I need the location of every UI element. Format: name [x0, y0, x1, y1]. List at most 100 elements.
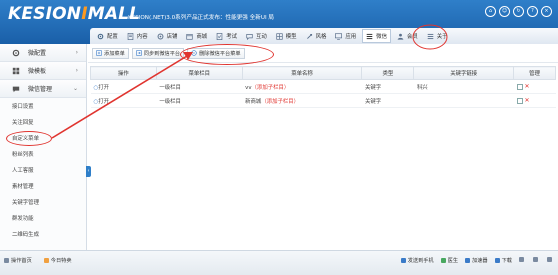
nav-item-wechat[interactable]: 微信	[362, 29, 391, 43]
menu-column-cell: 一级栏目	[156, 79, 243, 94]
sidebar-section-wx-manage[interactable]: 微信管理 ⌄	[0, 80, 86, 98]
gear-icon	[12, 49, 20, 56]
nav-item-member[interactable]: 会员	[394, 29, 421, 43]
table-row: ○打开 一级栏目 新商城（添加子栏目） 关键字 ✕	[90, 93, 556, 108]
header-notice[interactable]: KESION(.NET)3.0系列产品正式发布：性能更强 全新UI 局	[128, 13, 274, 21]
main-content: 添加菜单 同步到微信平台 删除微信平台菜单 操作 菜单栏目 菜单名称 类型 关键…	[88, 43, 558, 250]
gear-icon	[97, 33, 104, 39]
status-daily-sale-link[interactable]: 今日特卖	[43, 257, 72, 264]
chevron-right-icon: ›	[75, 67, 78, 74]
monitor-icon	[335, 32, 343, 40]
table-header-row: 操作 菜单栏目 菜单名称 类型 关键字链接 管理	[90, 66, 556, 80]
document-icon	[127, 32, 134, 40]
toolbar: 添加菜单 同步到微信平台 删除微信平台菜单	[88, 43, 558, 65]
sidebar-item-fans-list[interactable]: 粉丝列表	[0, 146, 86, 162]
edit-icon[interactable]	[516, 83, 523, 90]
sidebar-section-wx-template[interactable]: 微模板 ›	[0, 62, 86, 80]
col-header-type: 类型	[361, 66, 415, 80]
status-home-link[interactable]: 操作首页	[4, 257, 32, 264]
status-accelerator[interactable]: 加速器	[465, 257, 488, 264]
delete-platform-menu-button[interactable]: 删除微信平台菜单	[180, 43, 274, 65]
mall-icon	[186, 33, 194, 40]
sidebar-item-follow-reply[interactable]: 关注回复	[0, 114, 86, 130]
nav-item-model[interactable]: 模型	[273, 29, 300, 43]
edit-icon[interactable]	[516, 97, 523, 104]
sync-icon	[136, 50, 142, 56]
sync-menu-button[interactable]: 同步到微信平台	[131, 47, 185, 59]
nav-item-config[interactable]: 配置	[94, 29, 121, 43]
add-menu-button[interactable]: 添加菜单	[92, 47, 129, 59]
sidebar: 微配置 › 微模板 › 微信管理 ⌄ 接口设置 关注回复 自定义菜单 粉丝列表 …	[0, 44, 87, 250]
keyword-cell: 科兴	[413, 79, 514, 94]
shop-icon	[157, 33, 164, 39]
menu-table: 操作 菜单栏目 菜单名称 类型 关键字链接 管理 ○打开 一级栏目 vv（添加子…	[90, 66, 556, 108]
style-icon	[306, 33, 312, 39]
grid-icon	[276, 32, 283, 40]
col-header-operation: 操作	[90, 66, 157, 80]
open-link[interactable]: ○打开	[90, 79, 157, 94]
delete-x-icon[interactable]: ✕	[525, 97, 530, 104]
keyword-cell	[413, 93, 514, 108]
add-submenu-link[interactable]: （添加子栏目）	[261, 99, 299, 105]
wechat-icon	[12, 86, 20, 92]
exam-icon	[216, 32, 223, 40]
phone-icon	[400, 258, 406, 263]
col-header-menu-column: 菜单栏目	[155, 66, 243, 80]
home-icon[interactable]: ⌂	[485, 6, 496, 17]
status-download[interactable]: 下载	[494, 257, 512, 264]
template-icon	[12, 67, 20, 74]
zoom-icon[interactable]	[547, 257, 552, 262]
sidebar-item-customer-service[interactable]: 人工客服	[0, 162, 86, 178]
window-controls: ⌂ ☺ ↻ ? ×	[485, 6, 552, 17]
type-cell: 关键字	[361, 79, 414, 94]
add-submenu-link[interactable]: （添加子栏目）	[252, 85, 290, 91]
col-header-manage: 管理	[513, 66, 556, 80]
accelerator-icon	[465, 258, 471, 263]
type-cell: 关键字	[361, 93, 414, 108]
chevron-right-icon: ›	[75, 49, 78, 56]
close-icon[interactable]: ×	[541, 6, 552, 17]
main-nav: 配置 内容 店铺 商城 考试 互动 模型 风格 应用 微信 会员 关于	[90, 28, 558, 44]
menu-name-cell: 新商城（添加子栏目）	[242, 93, 362, 108]
nav-item-exam[interactable]: 考试	[213, 29, 240, 43]
sidebar-section-wx-config[interactable]: 微配置 ›	[0, 44, 86, 62]
sidebar-item-mass-send[interactable]: 群发功能	[0, 210, 86, 226]
manage-cell: ✕	[513, 93, 556, 108]
user-icon[interactable]: ☺	[499, 6, 510, 17]
sidebar-item-material[interactable]: 素材管理	[0, 178, 86, 194]
add-icon	[96, 50, 102, 56]
delete-x-icon[interactable]: ✕	[525, 83, 530, 90]
network-icon[interactable]	[533, 257, 538, 262]
home-icon	[4, 258, 9, 263]
nav-item-style[interactable]: 风格	[303, 29, 330, 43]
open-link[interactable]: ○打开	[90, 93, 157, 108]
member-icon	[397, 33, 404, 40]
col-header-keyword-link: 关键字链接	[413, 66, 515, 80]
nav-item-about[interactable]: 关于	[424, 29, 451, 43]
status-doctor[interactable]: 医生	[440, 257, 458, 264]
sale-icon	[43, 258, 49, 263]
manage-cell: ✕	[513, 79, 556, 94]
delete-icon	[191, 50, 197, 56]
sidebar-item-keywords[interactable]: 关键字管理	[0, 194, 86, 210]
kesion-mall-logo[interactable]: KESIONIMALL	[8, 4, 140, 24]
nav-item-interact[interactable]: 互动	[243, 29, 270, 43]
sidebar-item-qrcode[interactable]: 二维码生成	[0, 226, 86, 242]
table-row: ○打开 一级栏目 vv（添加子栏目） 关键字 科兴 ✕	[90, 79, 556, 94]
sidebar-item-interface-settings[interactable]: 接口设置	[0, 98, 86, 114]
nav-item-mall[interactable]: 商城	[183, 29, 210, 43]
status-send-phone[interactable]: 发送到手机	[400, 257, 434, 264]
download-icon	[494, 258, 500, 263]
menu-column-cell: 一级栏目	[156, 93, 243, 108]
about-icon	[427, 33, 434, 39]
sidebar-item-custom-menu[interactable]: 自定义菜单	[0, 130, 86, 146]
status-bar: 操作首页 今日特卖 发送到手机 医生 加速器 下载	[0, 250, 558, 275]
refresh-icon[interactable]: ↻	[513, 6, 524, 17]
doctor-icon	[440, 258, 446, 263]
help-icon[interactable]: ?	[527, 6, 538, 17]
nav-item-store[interactable]: 店铺	[154, 29, 181, 43]
nav-item-content[interactable]: 内容	[124, 29, 151, 43]
volume-icon[interactable]	[519, 257, 524, 262]
nav-item-apps[interactable]: 应用	[332, 29, 359, 43]
chat-icon	[246, 33, 253, 40]
